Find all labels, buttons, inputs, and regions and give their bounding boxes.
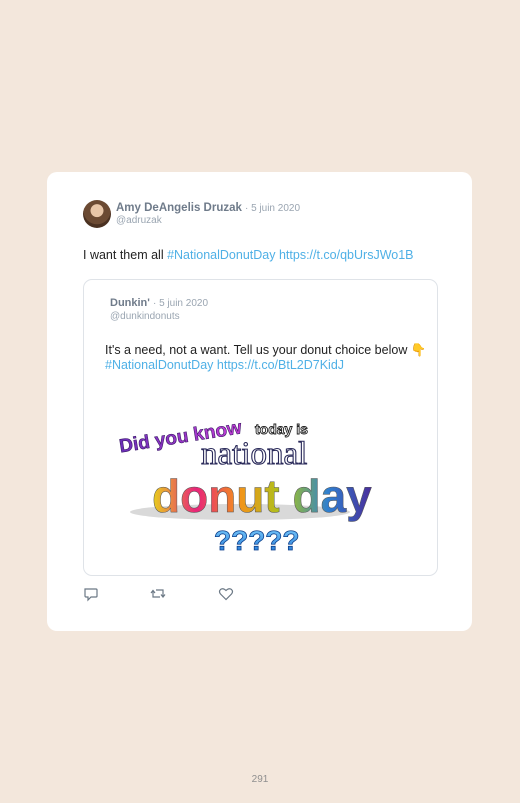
reply-icon[interactable] bbox=[83, 586, 99, 602]
image-text-question-marks: ????? bbox=[214, 525, 300, 556]
page-number: 291 bbox=[251, 774, 269, 785]
pointing-down-emoji: 👇 bbox=[410, 343, 427, 357]
quoted-tweet[interactable]: Dunkin' · 5 juin 2020 @dunkindonuts It's… bbox=[83, 279, 438, 576]
retweet-icon[interactable] bbox=[150, 586, 166, 602]
tweet-text: I want them all #NationalDonutDay https:… bbox=[83, 248, 414, 262]
tweet-date[interactable]: · 5 juin 2020 bbox=[245, 203, 300, 214]
quoted-text-plain: It's a need, not a want. Tell us your do… bbox=[105, 343, 411, 357]
image-text-today-is: today is bbox=[255, 421, 308, 437]
tweet-author: Amy DeAngelis Druzak · 5 juin 2020 bbox=[116, 202, 300, 214]
quoted-handle[interactable]: @dunkindonuts bbox=[110, 311, 180, 322]
quoted-author-name[interactable]: Dunkin' bbox=[110, 297, 150, 309]
quoted-link[interactable]: https://t.co/BtL2D7KidJ bbox=[217, 358, 344, 372]
quoted-hashtag[interactable]: #NationalDonutDay bbox=[105, 358, 213, 372]
tweet-link[interactable]: https://t.co/qbUrsJWo1B bbox=[279, 248, 414, 262]
tweet-hashtag[interactable]: #NationalDonutDay bbox=[167, 248, 275, 262]
donut-day-image[interactable]: Did you know today is national donut day… bbox=[114, 400, 374, 560]
author-name[interactable]: Amy DeAngelis Druzak bbox=[116, 202, 242, 214]
tweet-text-plain: I want them all bbox=[83, 248, 168, 262]
quoted-text: It's a need, not a want. Tell us your do… bbox=[105, 343, 435, 373]
image-text-national: national bbox=[201, 436, 307, 472]
author-handle[interactable]: @adruzak bbox=[116, 215, 162, 226]
quoted-author: Dunkin' · 5 juin 2020 bbox=[110, 297, 208, 309]
author-avatar[interactable] bbox=[83, 200, 111, 228]
image-text-donut-day: donut day bbox=[152, 470, 372, 522]
quoted-date[interactable]: · 5 juin 2020 bbox=[153, 298, 208, 309]
heart-icon[interactable] bbox=[218, 586, 234, 602]
tweet-card: Amy DeAngelis Druzak · 5 juin 2020 @adru… bbox=[47, 172, 472, 631]
